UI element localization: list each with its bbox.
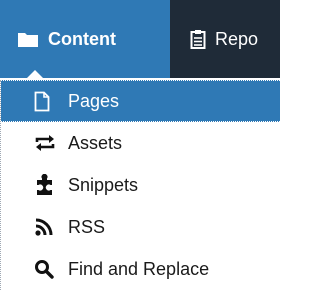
search-icon	[34, 259, 68, 279]
folder-icon	[17, 30, 39, 48]
menu-item-label: Assets	[68, 132, 123, 153]
page-icon	[34, 91, 68, 112]
swap-arrows-icon	[34, 134, 68, 152]
content-dropdown-menu: Pages Assets Snippets RSS Find and Repla…	[0, 80, 280, 290]
menu-item-assets[interactable]: Assets	[1, 122, 280, 164]
puzzle-icon	[34, 174, 68, 196]
menu-item-pages[interactable]: Pages	[1, 80, 280, 122]
top-nav-bar: Content Repo	[0, 0, 280, 79]
menu-item-label: Find and Replace	[68, 258, 210, 279]
menu-item-label: RSS	[68, 216, 106, 237]
menu-item-snippets[interactable]: Snippets	[1, 164, 280, 206]
rss-icon	[34, 217, 68, 237]
menu-item-find-and-replace[interactable]: Find and Replace	[1, 248, 280, 290]
clipboard-icon	[190, 29, 206, 49]
tab-content-label: Content	[48, 28, 116, 49]
tab-reports-label: Repo	[215, 28, 259, 49]
menu-item-rss[interactable]: RSS	[1, 206, 280, 248]
tab-content[interactable]: Content	[0, 0, 170, 79]
menu-item-label: Pages	[68, 90, 120, 111]
menu-item-label: Snippets	[68, 174, 139, 195]
tab-reports[interactable]: Repo	[170, 0, 258, 78]
